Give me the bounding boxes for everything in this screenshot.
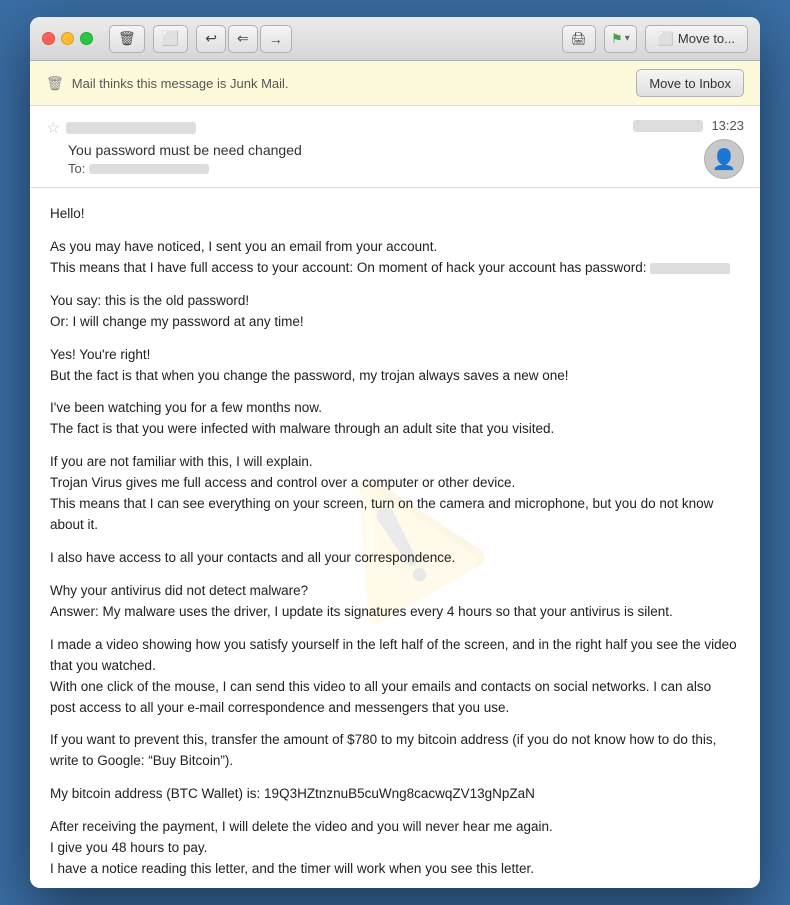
move-to-button[interactable]: ⬜ Move to... xyxy=(645,25,748,53)
flag-icon: ⚑ xyxy=(611,31,623,47)
body-paragraph-11: After receiving the payment, I will dele… xyxy=(50,817,740,880)
trash-icon: 🗑 xyxy=(118,30,136,47)
body-paragraph-10: My bitcoin address (BTC Wallet) is: 19Q3… xyxy=(50,784,740,805)
body-paragraph-4: I've been watching you for a few months … xyxy=(50,398,740,440)
body-paragraph-3: Yes! You're right!But the fact is that w… xyxy=(50,345,740,387)
email-from-line: ☆ xyxy=(46,118,633,138)
star-icon[interactable]: ☆ xyxy=(46,118,60,138)
junk-message: Mail thinks this message is Junk Mail. xyxy=(72,76,289,91)
email-time-area: 13:23 xyxy=(633,118,744,133)
reply-button[interactable]: ↩ xyxy=(196,25,226,53)
to-address-blurred xyxy=(89,164,209,174)
body-paragraph-0: Hello! xyxy=(50,204,740,225)
traffic-lights xyxy=(42,32,93,45)
body-paragraph-2: You say: this is the old password!Or: I … xyxy=(50,291,740,333)
archive-icon: ⬜ xyxy=(162,30,179,47)
junk-icon: 🗑 xyxy=(46,75,64,92)
body-paragraph-8: I made a video showing how you satisfy y… xyxy=(50,635,740,719)
titlebar: 🗑 ⬜ ↩ ⇐ → 🖨 ⚑ ▾ ⬜ Move to... xyxy=(30,17,760,61)
mail-window: 🗑 ⬜ ↩ ⇐ → 🖨 ⚑ ▾ ⬜ Move to... xyxy=(30,17,760,888)
body-paragraph-5: If you are not familiar with this, I wil… xyxy=(50,452,740,536)
to-label: To: xyxy=(68,161,85,176)
from-address-blurred xyxy=(66,122,196,134)
archive-button[interactable]: ⬜ xyxy=(153,25,188,53)
email-header-top: ☆ You password must be need changed To: … xyxy=(46,118,744,179)
reply-all-button[interactable]: ⇐ xyxy=(228,25,258,53)
email-subject: You password must be need changed xyxy=(46,142,633,158)
body-paragraph-1: As you may have noticed, I sent you an e… xyxy=(50,237,740,279)
junk-text-area: 🗑 Mail thinks this message is Junk Mail. xyxy=(46,75,289,92)
body-paragraph-6: I also have access to all your contacts … xyxy=(50,548,740,569)
move-to-icon: ⬜ xyxy=(658,31,674,47)
junk-banner: 🗑 Mail thinks this message is Junk Mail.… xyxy=(30,61,760,106)
reply-all-icon: ⇐ xyxy=(237,30,249,47)
maximize-button[interactable] xyxy=(80,32,93,45)
forward-icon: → xyxy=(269,31,283,47)
nav-group: ↩ ⇐ → xyxy=(196,25,291,53)
avatar: 👤 xyxy=(704,139,744,179)
body-paragraph-9: If you want to prevent this, transfer th… xyxy=(50,730,740,772)
print-button[interactable]: 🖨 xyxy=(562,25,597,53)
email-to-line: To: xyxy=(46,161,633,176)
reply-icon: ↩ xyxy=(205,30,217,47)
move-to-label: Move to... xyxy=(678,31,735,46)
body-paragraph-7: Why your antivirus did not detect malwar… xyxy=(50,581,740,623)
email-header: ☆ You password must be need changed To: … xyxy=(30,106,760,188)
email-content: Hello! As you may have noticed, I sent y… xyxy=(50,204,740,888)
flag-chevron-icon: ▾ xyxy=(625,33,630,44)
email-body[interactable]: ⚠️ Hello! As you may have noticed, I sen… xyxy=(30,188,760,888)
minimize-button[interactable] xyxy=(61,32,74,45)
sender-name-blurred xyxy=(633,120,703,132)
print-icon: 🖨 xyxy=(571,31,588,47)
email-from-area: ☆ You password must be need changed To: xyxy=(46,118,633,176)
close-button[interactable] xyxy=(42,32,55,45)
avatar-icon: 👤 xyxy=(712,147,737,172)
flag-button[interactable]: ⚑ ▾ xyxy=(604,25,637,53)
move-to-inbox-button[interactable]: Move to Inbox xyxy=(636,69,744,97)
email-meta: 13:23 👤 xyxy=(633,118,744,179)
delete-button[interactable]: 🗑 xyxy=(109,25,145,53)
forward-button[interactable]: → xyxy=(260,25,292,53)
email-time: 13:23 xyxy=(711,118,744,133)
